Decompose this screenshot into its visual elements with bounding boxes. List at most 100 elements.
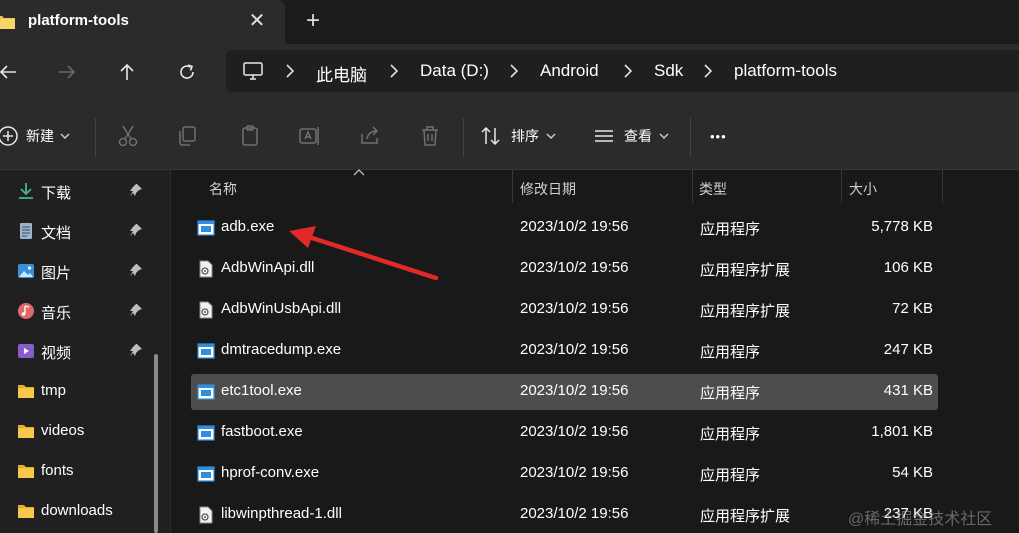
file-size: 106 KB	[883, 259, 933, 276]
arrow-up-icon	[120, 63, 134, 80]
column-divider[interactable]	[942, 170, 943, 203]
sort-ascending-icon	[353, 169, 365, 176]
share-button[interactable]	[356, 122, 384, 150]
chevron-right-icon	[624, 64, 633, 78]
file-name: dmtracedump.exe	[221, 341, 342, 358]
file-list: 名称 修改日期 类型 大小 adb.exe 2023/10/2 19:56 应用程序…	[171, 169, 1019, 533]
copy-button[interactable]	[174, 122, 202, 150]
column-header-name[interactable]: 名称	[209, 170, 237, 203]
new-button[interactable]: 新建	[0, 122, 70, 150]
folder-icon	[18, 385, 34, 398]
file-size: 247 KB	[883, 341, 933, 358]
address-bar[interactable]: 此电脑 Data (D:) Android Sdk platform-tools	[226, 50, 1019, 92]
cut-button[interactable]	[114, 122, 142, 150]
sidebar-item-videos-folder[interactable]: videos	[0, 412, 170, 448]
file-type: 应用程序	[700, 221, 761, 238]
file-date: 2023/10/2 19:56	[520, 300, 629, 317]
breadcrumb-android[interactable]: Android	[540, 61, 599, 81]
file-type: 应用程序	[700, 426, 761, 443]
breadcrumb-this-pc[interactable]: 此电脑	[316, 61, 367, 86]
music-icon	[18, 303, 34, 319]
new-tab-button[interactable]: +	[302, 9, 324, 33]
chevron-down-icon	[659, 133, 669, 139]
file-row[interactable]: AdbWinUsbApi.dll 2023/10/2 19:56 应用程序扩展 72 …	[191, 292, 938, 328]
file-row[interactable]: hprof-conv.exe 2023/10/2 19:56 应用程序 54 KB	[191, 456, 938, 492]
download-icon	[19, 183, 33, 199]
file-row[interactable]: adb.exe 2023/10/2 19:56 应用程序 5,778 KB	[191, 210, 938, 246]
file-row[interactable]: etc1tool.exe 2023/10/2 19:56 应用程序 431 KB	[191, 374, 938, 410]
tab-platform-tools[interactable]: platform-tools ✕	[0, 0, 285, 44]
file-name: AdbWinApi.dll	[221, 259, 315, 276]
pin-icon	[130, 304, 142, 316]
file-size: 54 KB	[892, 464, 933, 481]
refresh-button[interactable]	[173, 58, 201, 86]
sidebar-item-documents[interactable]: 文档	[0, 212, 170, 248]
video-icon	[18, 344, 34, 358]
arrow-left-icon	[0, 65, 16, 79]
column-header-date[interactable]: 修改日期	[520, 170, 576, 203]
sidebar-scrollbar[interactable]	[154, 354, 158, 533]
computer-icon	[243, 62, 263, 80]
sidebar-item-downloads-folder[interactable]: downloads	[0, 492, 170, 528]
rename-button[interactable]	[296, 122, 324, 150]
file-date: 2023/10/2 19:56	[520, 259, 629, 276]
sidebar-item-label: downloads	[41, 502, 113, 519]
file-row[interactable]: fastboot.exe 2023/10/2 19:56 应用程序 1,801 KB	[191, 415, 938, 451]
column-divider[interactable]	[841, 170, 842, 203]
sidebar-item-label: 文档	[41, 225, 72, 242]
clipboard-icon	[242, 125, 258, 146]
sidebar-item-pictures[interactable]: 图片	[0, 252, 170, 288]
sidebar-item-label: tmp	[41, 382, 67, 399]
file-date: 2023/10/2 19:56	[520, 464, 629, 481]
chevron-right-icon	[704, 64, 713, 78]
column-divider[interactable]	[512, 170, 513, 203]
more-options-button[interactable]: •••	[710, 122, 727, 150]
forward-button[interactable]	[53, 58, 81, 86]
file-row[interactable]: AdbWinApi.dll 2023/10/2 19:56 应用程序扩展 106 KB	[191, 251, 938, 287]
up-button[interactable]	[113, 58, 141, 86]
file-size: 1,801 KB	[871, 423, 933, 440]
column-header-type[interactable]: 类型	[699, 170, 727, 203]
toolbar-divider	[690, 118, 691, 156]
file-name: etc1tool.exe	[221, 382, 302, 399]
sidebar-item-music[interactable]: 音乐	[0, 292, 170, 328]
file-name: fastboot.exe	[221, 423, 303, 440]
pin-icon	[130, 224, 142, 236]
file-type: 应用程序扩展	[700, 303, 791, 320]
breadcrumb-sdk[interactable]: Sdk	[654, 61, 683, 81]
document-icon	[20, 223, 32, 239]
sidebar-item-videos[interactable]: 视频	[0, 332, 170, 368]
exe-icon	[197, 384, 215, 400]
file-date: 2023/10/2 19:56	[520, 505, 629, 522]
delete-button[interactable]	[416, 122, 444, 150]
breadcrumb-platform-tools[interactable]: platform-tools	[734, 61, 837, 81]
sidebar-item-fonts[interactable]: fonts	[0, 452, 170, 488]
file-date: 2023/10/2 19:56	[520, 423, 629, 440]
tab-strip: platform-tools ✕ +	[0, 0, 1019, 44]
sidebar-item-label: fonts	[41, 462, 74, 479]
sidebar-item-tmp[interactable]: tmp	[0, 372, 170, 408]
rename-icon	[299, 127, 319, 145]
breadcrumb-data-drive[interactable]: Data (D:)	[420, 61, 489, 81]
chevron-right-icon	[286, 64, 295, 78]
column-divider[interactable]	[692, 170, 693, 203]
view-button[interactable]: 查看	[593, 122, 669, 150]
file-date: 2023/10/2 19:56	[520, 218, 629, 235]
sort-label: 排序	[511, 128, 539, 144]
paste-button[interactable]	[236, 122, 264, 150]
back-button[interactable]	[0, 58, 22, 86]
close-tab-button[interactable]: ✕	[247, 11, 267, 31]
chevron-down-icon	[546, 133, 556, 139]
sort-icon	[481, 126, 500, 146]
file-name: libwinpthread-1.dll	[221, 505, 342, 522]
dll-icon	[199, 301, 213, 319]
column-header-size[interactable]: 大小	[849, 170, 877, 203]
chevron-down-icon	[60, 133, 70, 139]
file-row[interactable]: libwinpthread-1.dll 2023/10/2 19:56 应用程序扩展…	[191, 497, 938, 533]
sort-button[interactable]: 排序	[480, 122, 556, 150]
trash-icon	[422, 126, 438, 146]
file-row[interactable]: dmtracedump.exe 2023/10/2 19:56 应用程序 247 KB	[191, 333, 938, 369]
sidebar-item-downloads[interactable]: 下载	[0, 172, 170, 208]
file-type: 应用程序	[700, 344, 761, 361]
dll-icon	[199, 506, 213, 524]
